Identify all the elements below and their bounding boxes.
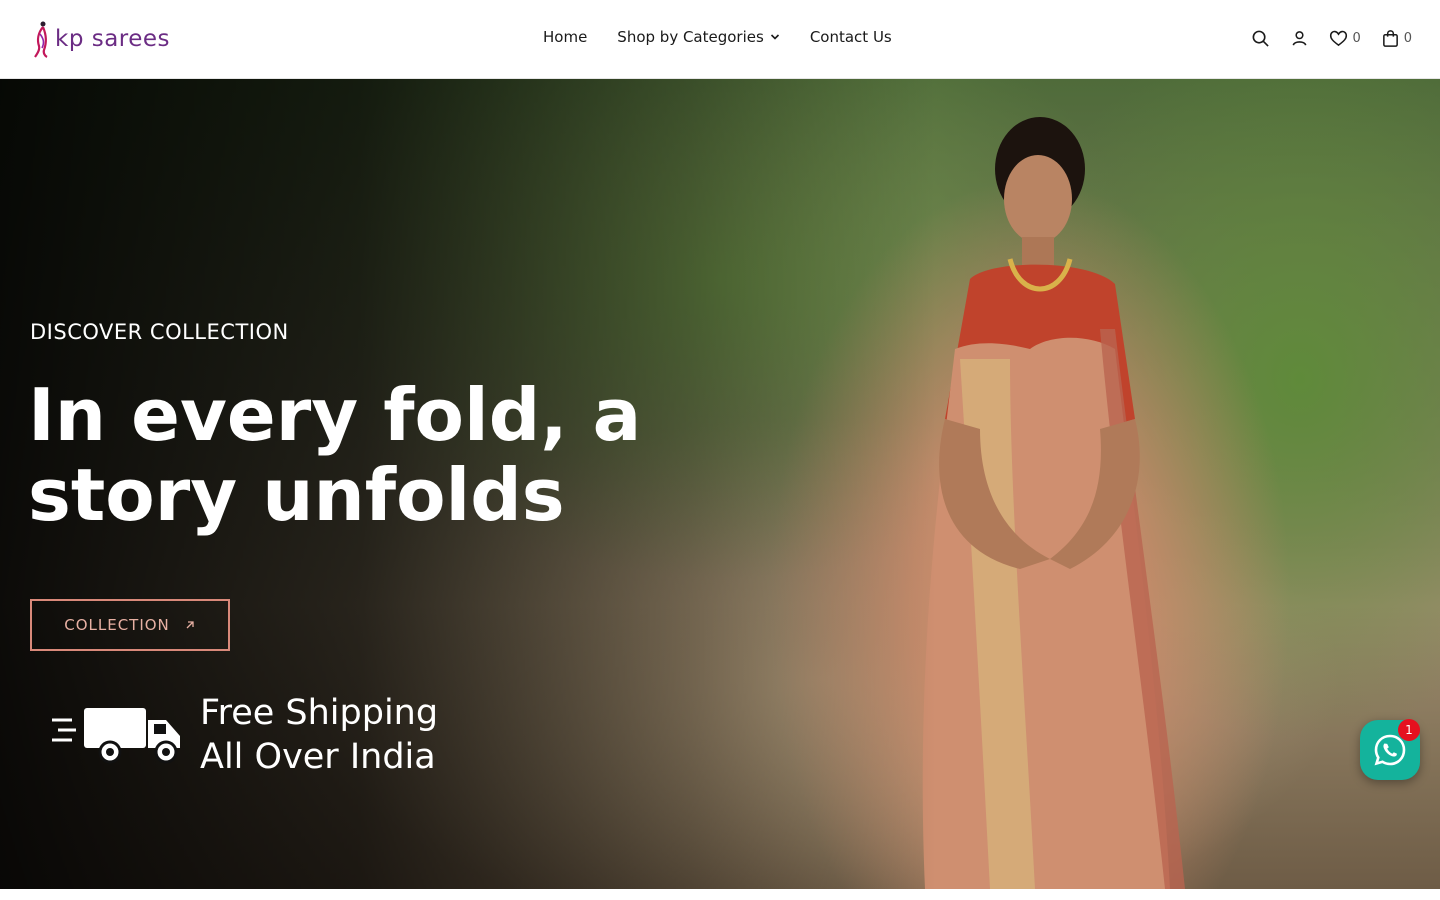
- hero-headline: In every fold, a story unfolds: [28, 373, 642, 537]
- delivery-truck-icon: [50, 698, 184, 772]
- header-actions: 0 0: [1251, 29, 1412, 48]
- wishlist-button[interactable]: 0: [1329, 29, 1361, 48]
- user-icon: [1293, 31, 1307, 46]
- logo-text: kp sarees: [55, 26, 171, 52]
- nav-categories-label: Shop by Categories: [617, 28, 764, 46]
- nav-contact-label: Contact Us: [809, 28, 892, 46]
- cart-count: 0: [1403, 31, 1412, 46]
- hero-eyebrow: DISCOVER COLLECTION: [30, 320, 289, 344]
- bag-icon: [1382, 30, 1398, 47]
- nav-home[interactable]: Home: [543, 28, 587, 46]
- logo-figure-icon: [34, 21, 48, 58]
- account-button[interactable]: [1290, 29, 1309, 48]
- nav-shop-by-categories[interactable]: Shop by Categories: [617, 28, 780, 46]
- free-shipping-text: Free Shipping All Over India: [200, 691, 438, 779]
- search-button[interactable]: [1251, 29, 1270, 48]
- main-nav: Home Shop by Categories Contact Us: [543, 28, 892, 46]
- heart-icon: [1330, 30, 1348, 47]
- search-icon: [1253, 30, 1270, 47]
- free-shipping-line2: All Over India: [200, 737, 436, 777]
- chevron-down-icon: [770, 34, 779, 40]
- nav-contact-us[interactable]: Contact Us: [810, 28, 892, 46]
- cart-button[interactable]: 0: [1381, 29, 1412, 48]
- wishlist-count: 0: [1352, 31, 1361, 46]
- whatsapp-notification-badge: 1: [1398, 719, 1420, 741]
- hero-banner: DISCOVER COLLECTION In every fold, a sto…: [0, 79, 1440, 889]
- free-shipping-banner: Free Shipping All Over India: [50, 691, 438, 779]
- site-header: kp sarees Home Shop by Categories Contac…: [0, 0, 1440, 79]
- arrow-up-right-icon: [186, 621, 194, 629]
- free-shipping-line1: Free Shipping: [200, 693, 439, 733]
- site-logo[interactable]: kp sarees: [33, 18, 170, 60]
- collection-button-label: COLLECTION: [64, 616, 170, 634]
- nav-home-label: Home: [543, 28, 588, 46]
- collection-button[interactable]: COLLECTION: [30, 599, 230, 651]
